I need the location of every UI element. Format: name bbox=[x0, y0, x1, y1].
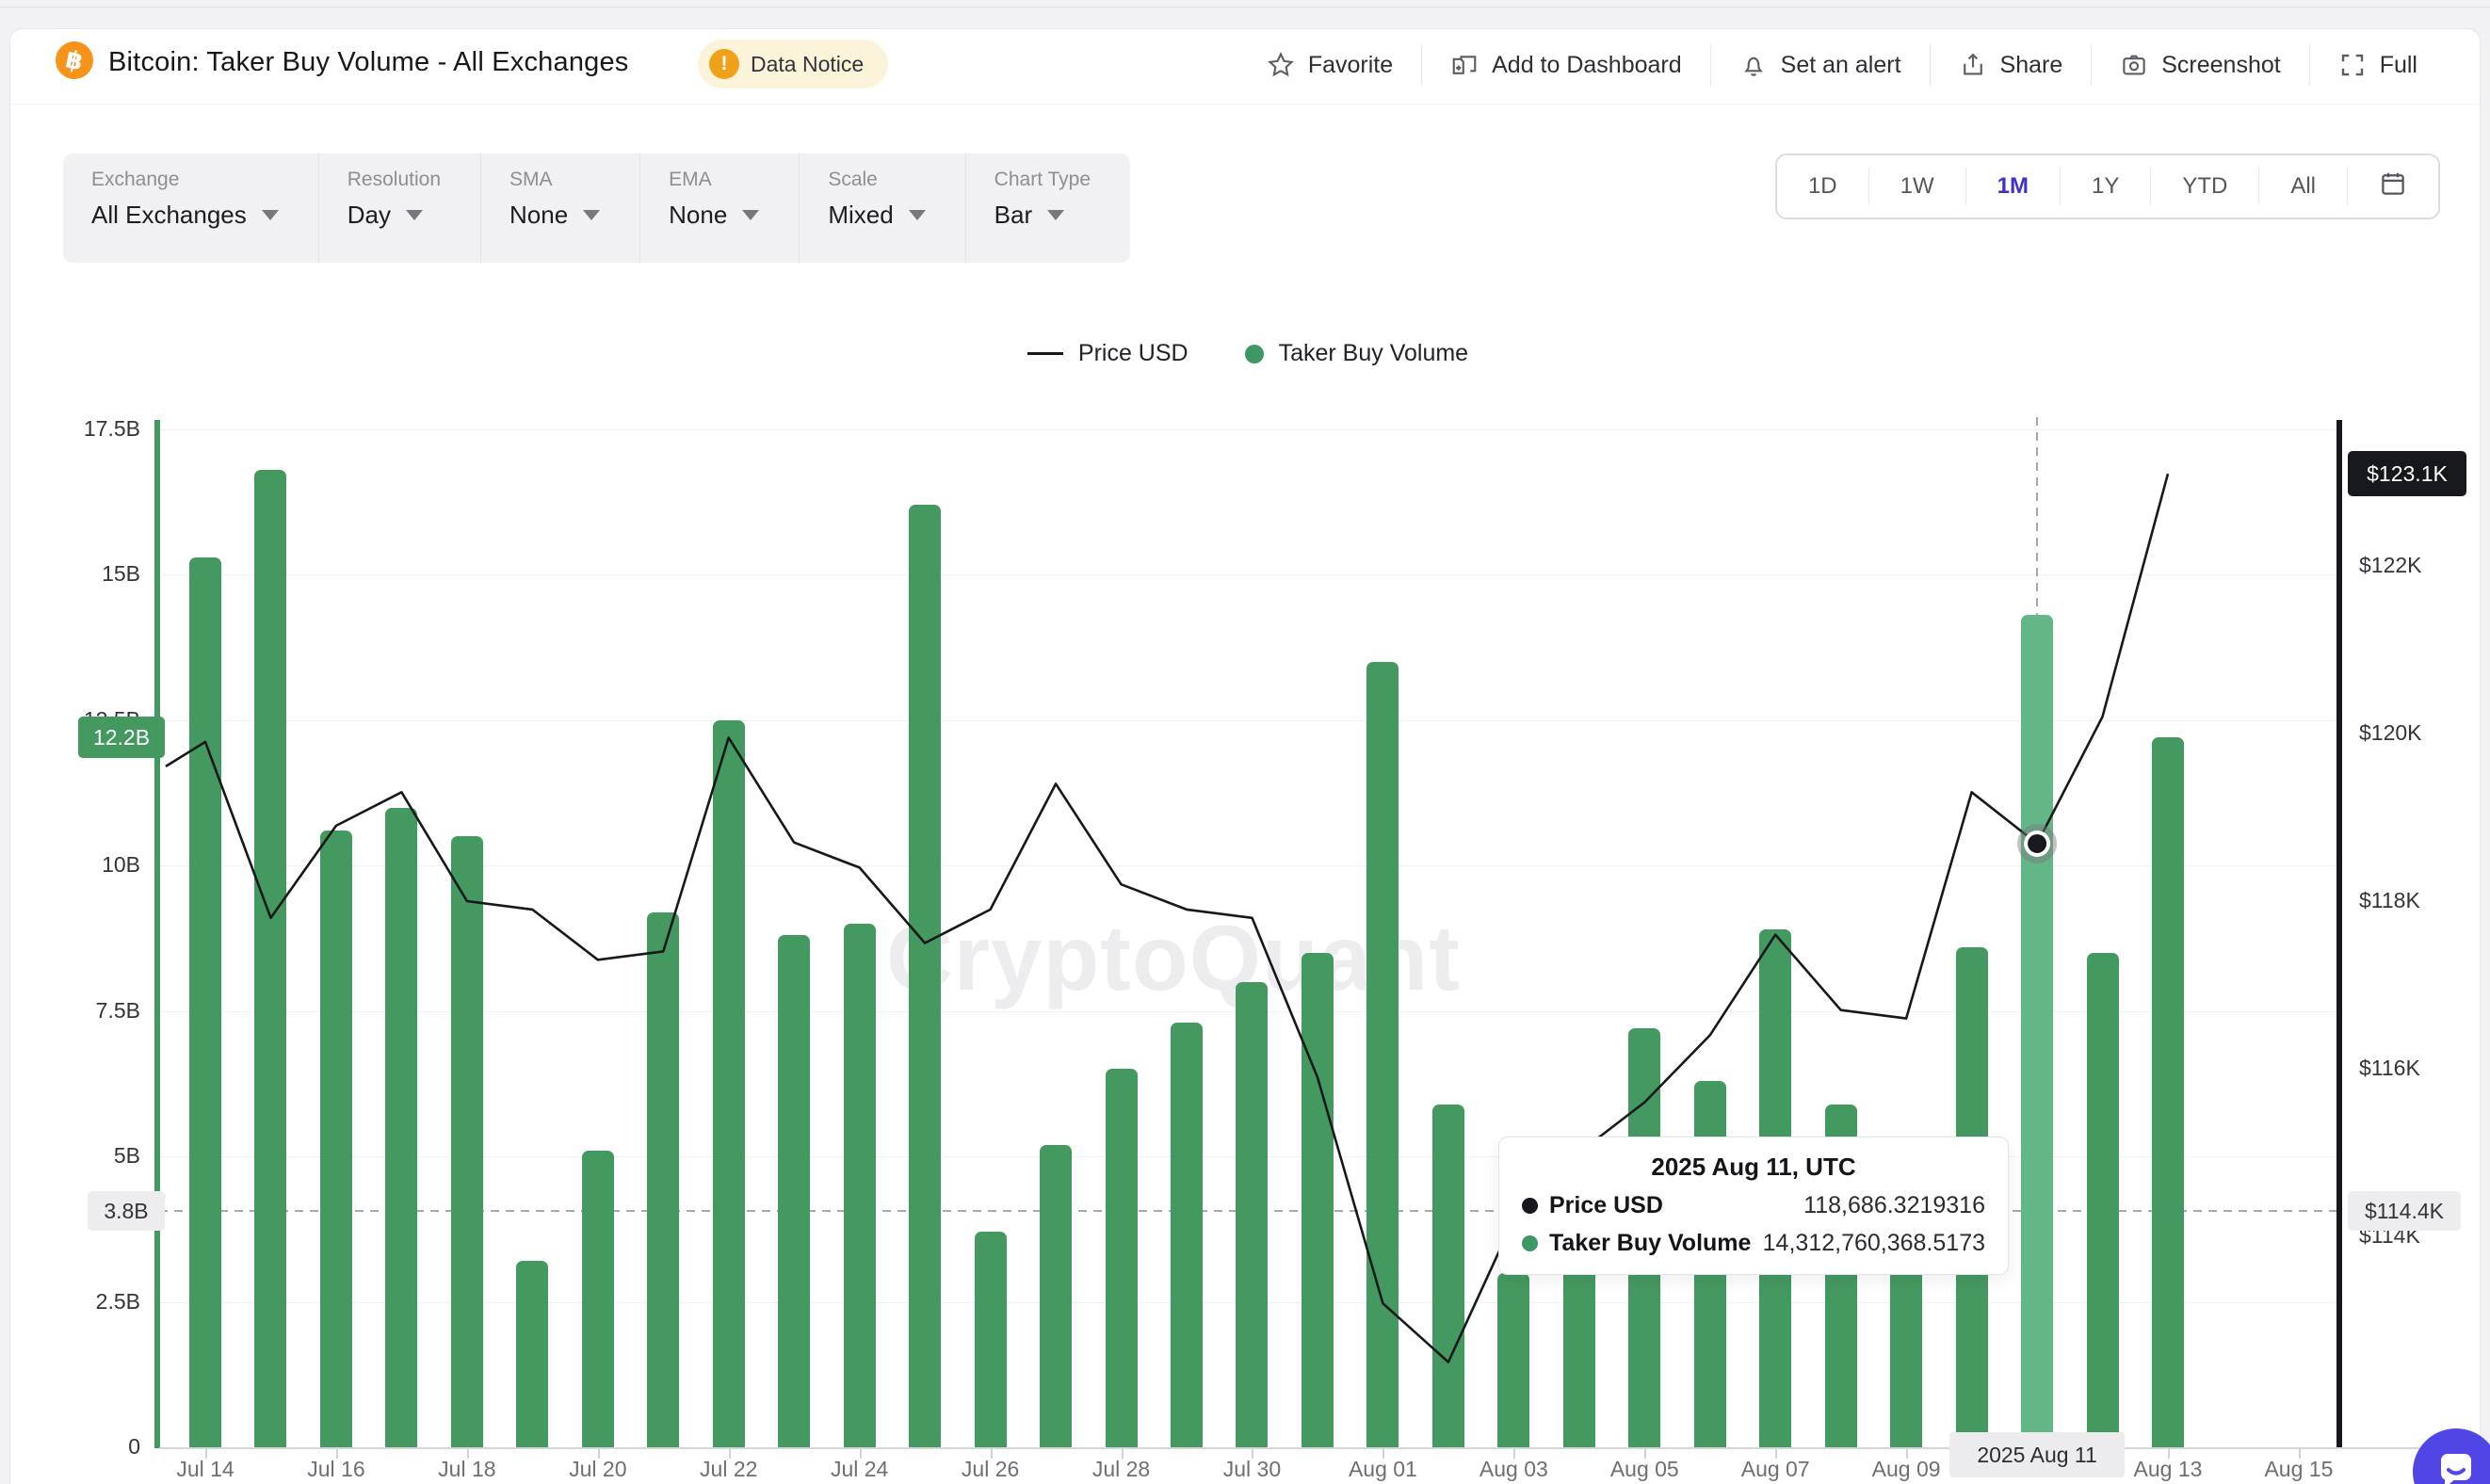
left-axis-line bbox=[154, 420, 160, 1448]
x-axis-label: Jul 14 bbox=[139, 1457, 271, 1482]
page-top-divider bbox=[0, 7, 2490, 8]
tooltip-row-price: Price USD 118,686.3219316 bbox=[1522, 1192, 1985, 1219]
volume-bar[interactable] bbox=[451, 836, 483, 1447]
volume-dot-icon bbox=[1522, 1235, 1538, 1251]
left-axis-tick-label: 5B bbox=[27, 1143, 140, 1169]
x-axis-label: Jul 18 bbox=[401, 1457, 533, 1482]
volume-bar[interactable] bbox=[2087, 953, 2119, 1447]
volume-bar[interactable] bbox=[1236, 982, 1268, 1447]
volume-cursor-badge: 3.8B bbox=[88, 1191, 165, 1231]
left-axis-tick-label: 7.5B bbox=[27, 998, 140, 1024]
gridline bbox=[159, 865, 2336, 866]
volume-bar[interactable] bbox=[254, 470, 286, 1447]
volume-bar[interactable] bbox=[1432, 1105, 1464, 1447]
x-axis-label: Aug 05 bbox=[1578, 1457, 1710, 1482]
chat-bubble-icon bbox=[2432, 1445, 2481, 1484]
chart-card: ฿ Bitcoin: Taker Buy Volume - All Exchan… bbox=[9, 28, 2481, 1484]
tooltip-date: 2025 Aug 11, UTC bbox=[1522, 1153, 1985, 1182]
volume-bar[interactable] bbox=[647, 912, 679, 1447]
x-axis-label: Jul 24 bbox=[794, 1457, 926, 1482]
right-axis-tick-label: $118K bbox=[2359, 888, 2420, 913]
x-axis-label: Aug 01 bbox=[1317, 1457, 1448, 1482]
volume-bar[interactable] bbox=[1171, 1023, 1203, 1447]
left-axis-tick-label: 10B bbox=[27, 852, 140, 878]
left-axis-tick-label: 0 bbox=[27, 1434, 140, 1460]
price-cursor-badge: $114.4K bbox=[2348, 1191, 2461, 1231]
x-axis-label: Jul 20 bbox=[532, 1457, 664, 1482]
gridline bbox=[159, 429, 2336, 430]
volume-bar[interactable] bbox=[909, 505, 941, 1447]
volume-bar[interactable] bbox=[1497, 1273, 1529, 1447]
x-axis-label: Jul 22 bbox=[663, 1457, 795, 1482]
volume-bar[interactable] bbox=[320, 831, 352, 1447]
volume-bar[interactable] bbox=[778, 935, 810, 1447]
tooltip-row-volume: Taker Buy Volume 14,312,760,368.5173 bbox=[1522, 1230, 1985, 1257]
volume-bar[interactable] bbox=[975, 1232, 1007, 1447]
x-axis-label: Jul 16 bbox=[270, 1457, 402, 1482]
right-axis-tick-label: $116K bbox=[2359, 1056, 2420, 1081]
x-axis-label: Aug 03 bbox=[1447, 1457, 1579, 1482]
volume-bar[interactable] bbox=[713, 720, 745, 1447]
x-axis-line bbox=[159, 1447, 2490, 1449]
volume-bar[interactable] bbox=[1302, 953, 1334, 1447]
x-axis-label: Jul 26 bbox=[925, 1457, 1057, 1482]
gridline bbox=[159, 720, 2336, 721]
volume-bar[interactable] bbox=[2021, 615, 2053, 1447]
price-dot-icon bbox=[1522, 1198, 1538, 1214]
gridline bbox=[159, 574, 2336, 575]
price-last-value-badge: $123.1K bbox=[2348, 451, 2466, 496]
volume-bar[interactable] bbox=[844, 924, 876, 1447]
x-axis-label: Aug 07 bbox=[1709, 1457, 1841, 1482]
x-axis-label: Aug 15 bbox=[2233, 1457, 2365, 1482]
volume-bar[interactable] bbox=[2152, 737, 2184, 1447]
left-axis-tick-label: 2.5B bbox=[27, 1289, 140, 1315]
volume-bar[interactable] bbox=[189, 557, 221, 1447]
right-axis-tick-label: $122K bbox=[2359, 553, 2422, 578]
left-axis-tick-label: 15B bbox=[27, 561, 140, 587]
volume-bar[interactable] bbox=[1366, 662, 1399, 1447]
cryptoquant-app: ฿ Bitcoin: Taker Buy Volume - All Exchan… bbox=[0, 0, 2490, 1484]
right-axis-line bbox=[2336, 420, 2342, 1448]
crosshair-date-badge: 2025 Aug 11 bbox=[1949, 1432, 2125, 1477]
chart-tooltip: 2025 Aug 11, UTC Price USD 118,686.32193… bbox=[1498, 1137, 2009, 1275]
volume-bar[interactable] bbox=[385, 808, 417, 1447]
right-axis-tick-label: $120K bbox=[2359, 720, 2422, 746]
x-axis-label: Jul 28 bbox=[1056, 1457, 1188, 1482]
x-axis-label: Jul 30 bbox=[1186, 1457, 1318, 1482]
chart-plot-area: CryptoQuant17.5B15B12.5B10B7.5B5B2.5B012… bbox=[10, 29, 2480, 1484]
left-axis-tick-label: 17.5B bbox=[27, 416, 140, 442]
volume-last-value-badge: 12.2B bbox=[78, 717, 165, 758]
volume-bar[interactable] bbox=[516, 1261, 548, 1447]
volume-bar[interactable] bbox=[582, 1151, 614, 1447]
volume-bar[interactable] bbox=[1040, 1145, 1072, 1447]
volume-bar[interactable] bbox=[1106, 1069, 1138, 1447]
